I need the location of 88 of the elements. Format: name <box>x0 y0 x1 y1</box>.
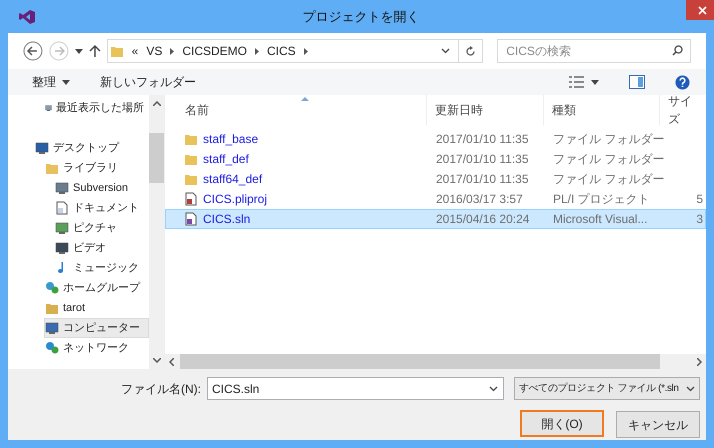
file-row[interactable]: CICS.sln 2015/04/16 20:24 Microsoft Visual... 3 <box>165 209 706 229</box>
date-cell-text: 2016/03/17 3:57 <box>435 191 524 208</box>
file-name: staff64_def <box>203 171 262 188</box>
address-bar[interactable]: « VS CICSDEMO CICS <box>106 39 484 63</box>
nav-item[interactable]: ビデオ <box>54 238 149 258</box>
breadcrumb-segment[interactable]: CICSDEMO <box>182 42 247 60</box>
nav-item[interactable]: Subversion <box>54 178 149 198</box>
breadcrumb-segment[interactable]: CICS <box>267 42 296 60</box>
window-title: プロジェクトを開く <box>302 8 420 26</box>
monitor-icon <box>35 141 49 155</box>
close-icon <box>698 6 706 14</box>
nav-item[interactable]: ライブラリ <box>44 158 149 178</box>
type-cell-text: ファイル フォルダー <box>552 171 661 188</box>
new-folder-button[interactable]: 新しいフォルダー <box>100 73 196 91</box>
sort-arrow-icon <box>301 97 309 101</box>
file-type-dropdown[interactable]: すべてのプロジェクト ファイル (*.sln <box>514 377 700 400</box>
scroll-right-icon[interactable] <box>697 358 702 366</box>
nav-item[interactable]: デスクトップ <box>34 138 149 158</box>
file-name-label: ファイル名(N): <box>121 380 201 398</box>
column-header[interactable]: サイズ <box>660 95 706 125</box>
chevron-down-icon[interactable] <box>441 48 450 54</box>
column-header[interactable]: 種類 <box>544 95 660 125</box>
chevron-right-icon <box>170 48 174 54</box>
computer-icon <box>45 321 59 335</box>
date-cell-text: 2017/01/10 11:35 <box>435 131 530 148</box>
file-name: CICS.pliproj <box>203 191 268 208</box>
network-circles-icon <box>45 281 59 295</box>
column-header[interactable]: 名前 <box>165 95 427 125</box>
size-cell-text: 3 <box>696 211 703 228</box>
breadcrumb-segment[interactable]: VS <box>146 42 162 60</box>
chevron-right-icon <box>255 48 259 54</box>
app-logo-icon <box>18 8 36 24</box>
nav-item[interactable]: ホームグループ <box>44 278 149 298</box>
file-row[interactable]: CICS.pliproj 2016/03/17 3:57 PL/I プロジェクト 5 <box>165 189 706 209</box>
date-cell-text: 2017/01/10 11:35 <box>435 151 530 168</box>
document-icon <box>55 201 69 215</box>
search-field[interactable]: CICSの検索 <box>497 39 692 63</box>
close-button[interactable] <box>686 0 714 20</box>
folder-icon <box>184 172 198 186</box>
date-cell-text: 2015/04/16 20:24 <box>435 211 530 228</box>
type-cell-text: ファイル フォルダー <box>552 151 661 168</box>
nav-item[interactable]: ミュージック <box>54 258 149 278</box>
preview-pane-icon[interactable] <box>629 75 645 89</box>
column-header[interactable]: 更新日時 <box>427 95 544 125</box>
file-name: staff_def <box>203 151 249 168</box>
view-caret-icon <box>591 80 599 84</box>
library-folder-icon <box>45 161 59 175</box>
file-row[interactable]: staff_base 2017/01/10 11:35 ファイル フォルダー <box>165 129 706 149</box>
date-cell-text: 2017/01/10 11:35 <box>435 171 530 188</box>
folder-icon <box>110 44 124 58</box>
folder-icon <box>184 152 198 166</box>
type-cell-text: ファイル フォルダー <box>552 131 661 148</box>
caret-icon <box>62 80 70 84</box>
nav-item[interactable]: コンピューター <box>44 318 149 338</box>
scroll-up-icon[interactable] <box>152 101 160 106</box>
scrollbar-thumb[interactable] <box>149 133 164 183</box>
file-row[interactable]: staff_def 2017/01/10 11:35 ファイル フォルダー <box>165 149 706 169</box>
dialog-button[interactable]: キャンセル <box>616 411 700 438</box>
chevron-down-icon <box>489 386 498 392</box>
nav-item[interactable]: ピクチャ <box>54 218 149 238</box>
file-icon <box>184 192 198 206</box>
help-icon[interactable] <box>675 74 690 90</box>
scroll-left-icon[interactable] <box>169 358 174 366</box>
file-name-field[interactable]: CICS.sln <box>207 377 504 400</box>
file-name: CICS.sln <box>203 211 250 228</box>
folder-icon <box>184 132 198 146</box>
file-name: staff_base <box>203 131 258 148</box>
type-cell-text: Microsoft Visual... <box>552 211 648 228</box>
dialog-button[interactable]: 開く(O) <box>520 410 604 437</box>
search-icon <box>672 45 684 56</box>
vertical-scrollbar[interactable] <box>149 95 164 369</box>
overflow-chevron[interactable]: « <box>132 42 138 60</box>
nav-item[interactable]: ネットワーク <box>44 338 149 358</box>
chevron-down-icon <box>686 386 695 392</box>
file-row[interactable]: staff64_def 2017/01/10 11:35 ファイル フォルダー <box>165 169 706 189</box>
chevron-right-icon <box>304 48 308 54</box>
file-icon <box>184 212 198 226</box>
up-arrow-icon[interactable] <box>88 44 101 58</box>
history-caret-icon <box>74 48 83 54</box>
nav-item[interactable]: ドキュメント <box>54 198 149 218</box>
view-list-icon[interactable] <box>569 76 585 88</box>
size-cell-text: 5 <box>696 191 703 208</box>
nav-item[interactable]: tarot <box>44 298 149 318</box>
type-cell-text: PL/I プロジェクト <box>552 191 651 208</box>
refresh-icon[interactable] <box>465 46 476 56</box>
organize-button[interactable]: 整理 <box>32 73 70 91</box>
nav-item[interactable]: 最近表示した場所 <box>44 98 149 118</box>
scroll-down-icon[interactable] <box>152 358 160 363</box>
